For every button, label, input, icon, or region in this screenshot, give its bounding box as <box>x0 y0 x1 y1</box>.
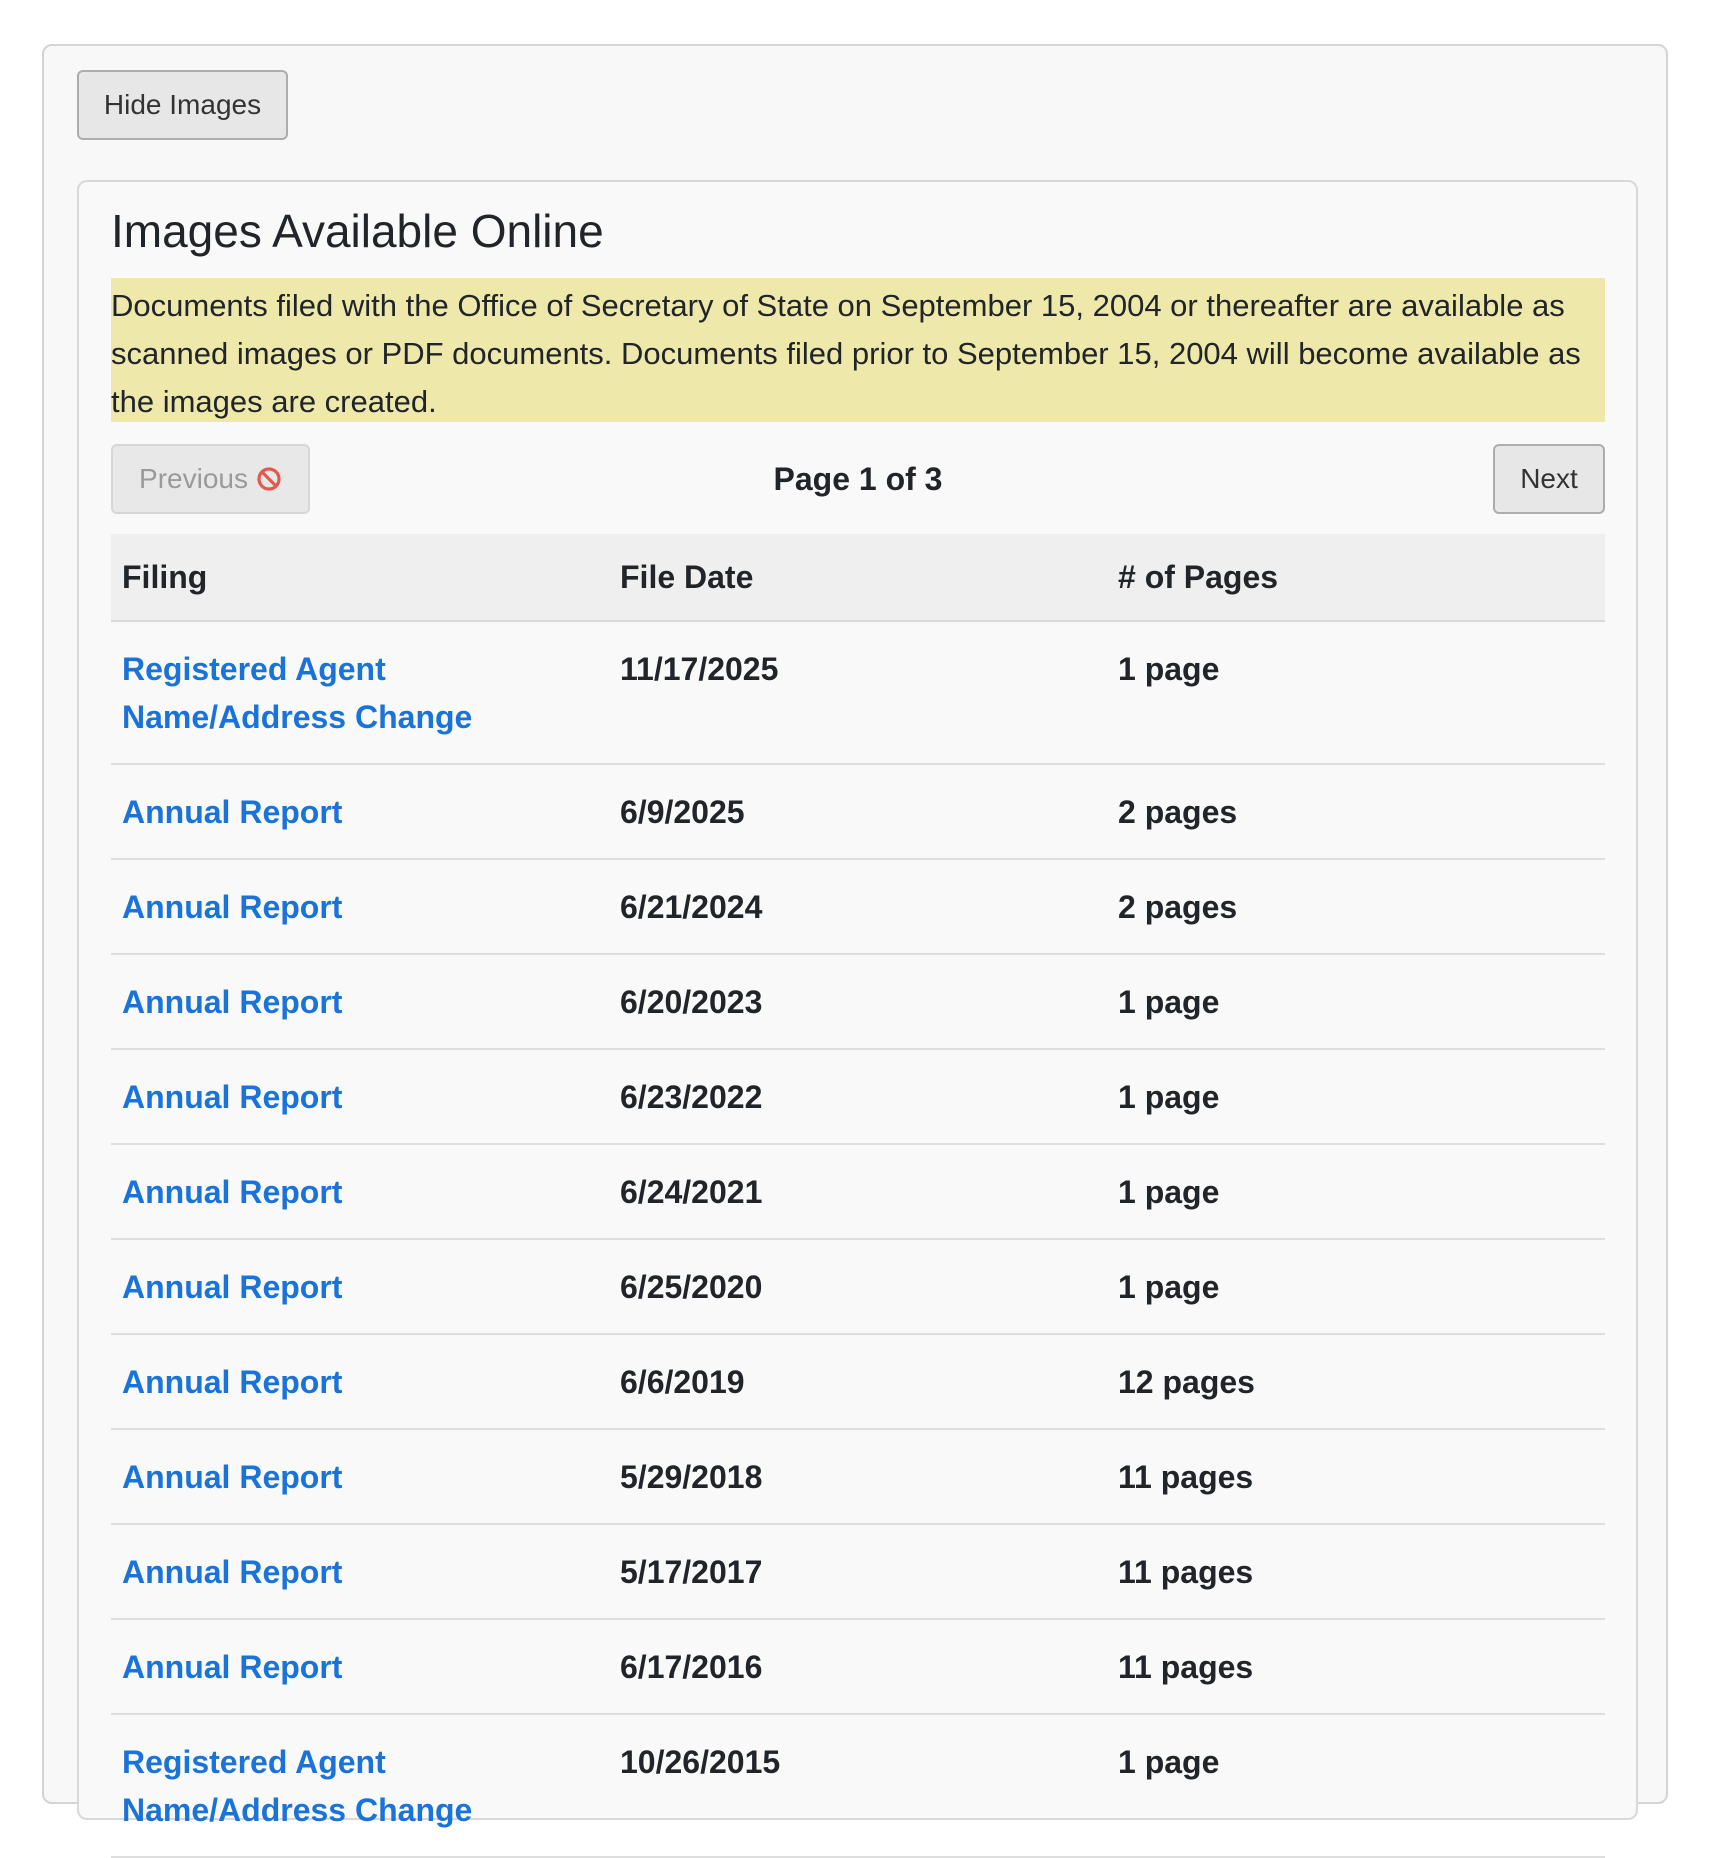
table-row: Annual Report 6/25/2020 1 page <box>111 1239 1605 1335</box>
table-row: Annual Report 6/24/2021 1 page <box>111 1144 1605 1240</box>
filing-link[interactable]: Annual Report <box>122 1174 342 1210</box>
filing-cell: Annual Report <box>111 859 609 955</box>
filing-cell: Annual Report <box>111 764 609 860</box>
table-row: Annual Report 6/20/2023 1 page <box>111 954 1605 1050</box>
table-row: Annual Report 6/23/2022 1 page <box>111 1049 1605 1145</box>
pages-cell: 2 pages <box>1107 764 1605 860</box>
page-indicator: Page 1 of 3 <box>773 461 943 497</box>
previous-button[interactable]: Previous <box>111 444 310 514</box>
filing-link[interactable]: Annual Report <box>122 984 342 1020</box>
file-date-cell: 10/26/2015 <box>609 1714 1107 1858</box>
images-available-card: Images Available Online Documents filed … <box>77 180 1638 1858</box>
table-row: Annual Report 5/17/2017 11 pages <box>111 1524 1605 1620</box>
table-row: Annual Report 6/21/2024 2 pages <box>111 859 1605 955</box>
card-title: Images Available Online <box>111 205 604 257</box>
file-date-cell: 6/9/2025 <box>609 764 1107 860</box>
table-header-row: Filing File Date # of Pages <box>111 534 1605 622</box>
pages-cell: 11 pages <box>1107 1429 1605 1525</box>
filing-link[interactable]: Annual Report <box>122 1459 342 1495</box>
filing-link[interactable]: Registered Agent Name/Address Change <box>122 1744 472 1828</box>
filing-link[interactable]: Registered Agent Name/Address Change <box>122 651 472 735</box>
file-date-cell: 5/17/2017 <box>609 1524 1107 1620</box>
table-row: Annual Report 6/6/2019 12 pages <box>111 1334 1605 1430</box>
pages-cell: 1 page <box>1107 621 1605 765</box>
prohibited-icon <box>256 466 282 492</box>
filing-link[interactable]: Annual Report <box>122 1554 342 1590</box>
table-row: Annual Report 6/9/2025 2 pages <box>111 764 1605 860</box>
filing-link[interactable]: Annual Report <box>122 1649 342 1685</box>
pages-cell: 1 page <box>1107 954 1605 1050</box>
table-row: Annual Report 5/29/2018 11 pages <box>111 1429 1605 1525</box>
filing-cell: Annual Report <box>111 1049 609 1145</box>
file-date-cell: 6/6/2019 <box>609 1334 1107 1430</box>
filing-link[interactable]: Annual Report <box>122 1269 342 1305</box>
file-date-cell: 6/17/2016 <box>609 1619 1107 1715</box>
file-date-cell: 6/20/2023 <box>609 954 1107 1050</box>
images-panel: Hide Images Images Available Online Docu… <box>42 44 1668 1858</box>
column-header-file-date: File Date <box>609 534 1107 622</box>
table-row: Annual Report 6/17/2016 11 pages <box>111 1619 1605 1715</box>
file-date-cell: 11/17/2025 <box>609 621 1107 765</box>
filing-cell: Registered Agent Name/Address Change <box>111 621 609 765</box>
file-date-cell: 5/29/2018 <box>609 1429 1107 1525</box>
hide-images-button[interactable]: Hide Images <box>77 70 288 140</box>
filing-cell: Annual Report <box>111 1619 609 1715</box>
filings-table: Filing File Date # of Pages Registered A… <box>111 534 1605 1858</box>
filing-cell: Annual Report <box>111 1334 609 1430</box>
pages-cell: 1 page <box>1107 1144 1605 1240</box>
file-date-cell: 6/21/2024 <box>609 859 1107 955</box>
pages-cell: 1 page <box>1107 1049 1605 1145</box>
pages-cell: 2 pages <box>1107 859 1605 955</box>
pages-cell: 1 page <box>1107 1239 1605 1335</box>
filing-link[interactable]: Annual Report <box>122 794 342 830</box>
pages-cell: 1 page <box>1107 1714 1605 1858</box>
column-header-pages: # of Pages <box>1107 534 1605 622</box>
pages-cell: 11 pages <box>1107 1619 1605 1715</box>
filing-cell: Annual Report <box>111 1524 609 1620</box>
filing-cell: Annual Report <box>111 954 609 1050</box>
column-header-filing: Filing <box>111 534 609 622</box>
table-row: Registered Agent Name/Address Change 11/… <box>111 621 1605 765</box>
filing-link[interactable]: Annual Report <box>122 889 342 925</box>
filing-link[interactable]: Annual Report <box>122 1079 342 1115</box>
pages-cell: 12 pages <box>1107 1334 1605 1430</box>
file-date-cell: 6/25/2020 <box>609 1239 1107 1335</box>
table-row: Registered Agent Name/Address Change 10/… <box>111 1714 1605 1858</box>
pages-cell: 11 pages <box>1107 1524 1605 1620</box>
previous-button-label: Previous <box>139 463 248 494</box>
pagination-bar: Page 1 of 3 Previous Next <box>111 444 1605 514</box>
file-date-cell: 6/23/2022 <box>609 1049 1107 1145</box>
filing-cell: Annual Report <box>111 1144 609 1240</box>
filing-cell: Annual Report <box>111 1239 609 1335</box>
filing-link[interactable]: Annual Report <box>122 1364 342 1400</box>
next-button[interactable]: Next <box>1493 444 1605 514</box>
file-date-cell: 6/24/2021 <box>609 1144 1107 1240</box>
filing-cell: Registered Agent Name/Address Change <box>111 1714 609 1858</box>
filing-cell: Annual Report <box>111 1429 609 1525</box>
availability-notice: Documents filed with the Office of Secre… <box>111 278 1605 422</box>
